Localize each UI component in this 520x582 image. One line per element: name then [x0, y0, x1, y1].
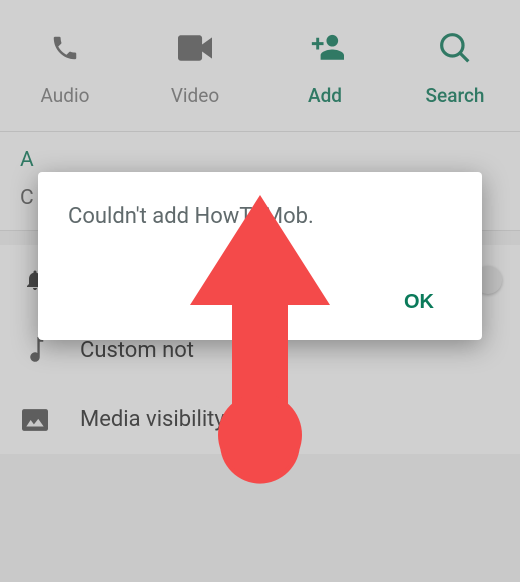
custom-notif-label: Custom notifications [80, 338, 500, 363]
video-label: Video [171, 84, 219, 107]
search-button[interactable]: Search [410, 30, 500, 107]
audio-label: Audio [41, 84, 90, 107]
dialog-message: Couldn't add HowToMob. [68, 204, 452, 229]
search-label: Search [426, 84, 485, 107]
search-icon [439, 30, 471, 66]
section-line1: A [20, 148, 500, 172]
add-label: Add [308, 84, 342, 107]
add-participant-button[interactable]: Add [280, 30, 370, 107]
video-icon [178, 30, 212, 66]
error-dialog: Couldn't add HowToMob. OK [38, 172, 482, 340]
action-toolbar: Audio Video Add Search [0, 0, 520, 132]
person-add-icon [306, 30, 344, 66]
audio-call-button[interactable]: Audio [20, 30, 110, 107]
music-note-icon [20, 337, 50, 363]
media-visibility-row[interactable]: Media visibility [0, 385, 520, 454]
video-call-button[interactable]: Video [150, 30, 240, 107]
image-icon [20, 408, 50, 432]
media-label: Media visibility [80, 407, 500, 432]
phone-icon [50, 30, 80, 66]
dialog-ok-button[interactable]: OK [386, 285, 452, 320]
